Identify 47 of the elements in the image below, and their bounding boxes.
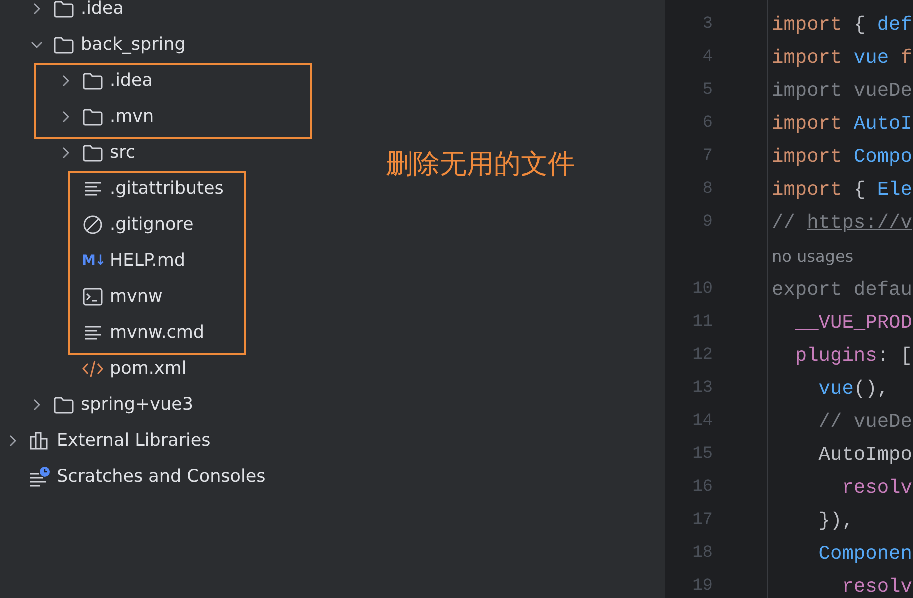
folder-icon: [53, 0, 75, 18]
code-line: Componen: [818, 542, 912, 564]
text-file-icon: [82, 180, 104, 198]
code-line: export defau: [772, 278, 912, 300]
code-line: // vueDe: [818, 410, 912, 432]
code-icon: [82, 359, 104, 379]
code-line: resolv: [841, 476, 912, 498]
code-line: import vue f: [772, 46, 912, 68]
code-line: AutoImpo: [818, 444, 912, 466]
code-line: __VUE_PROD: [794, 312, 912, 334]
usage-hint[interactable]: no usages: [772, 246, 854, 266]
code-line: import vueDe: [772, 80, 912, 102]
folder-name[interactable]: .idea: [110, 71, 154, 91]
code-line: resolv: [841, 576, 912, 598]
folder-icon: [82, 144, 104, 162]
file-name[interactable]: .gitattributes: [110, 179, 224, 199]
file-name[interactable]: Scratches and Consoles: [57, 467, 266, 487]
code-line: import { def: [772, 14, 912, 36]
folder-name[interactable]: spring+vue3: [81, 395, 194, 415]
file-name[interactable]: mvnw: [110, 287, 163, 307]
text-file-icon: [82, 324, 104, 342]
folder-name[interactable]: src: [110, 143, 136, 163]
scratches-icon: [29, 467, 51, 487]
code-line: vue(),: [818, 378, 890, 400]
annotation-text: 删除无用的文件: [386, 148, 575, 182]
folder-icon: [82, 108, 104, 126]
file-name[interactable]: External Libraries: [57, 431, 211, 451]
file-name[interactable]: HELP.md: [110, 251, 186, 271]
folder-name[interactable]: back_spring: [81, 35, 186, 55]
code-line: import Compo: [772, 146, 912, 168]
folder-icon: [82, 72, 104, 90]
terminal-icon: [82, 287, 104, 307]
folder-icon: [53, 396, 75, 414]
file-name[interactable]: .gitignore: [110, 215, 194, 235]
folder-name[interactable]: .mvn: [110, 107, 154, 127]
code-line: import AutoI: [772, 112, 912, 134]
code-line: plugins: [: [794, 344, 912, 366]
code-line: }),: [818, 510, 854, 532]
folder-icon: [53, 36, 75, 54]
code-line: import { Ele: [772, 178, 912, 200]
library-icon: [29, 431, 51, 451]
folder-name[interactable]: .idea: [81, 0, 124, 19]
ignore-file-icon: [82, 215, 104, 235]
file-name[interactable]: mvnw.cmd: [110, 323, 205, 343]
code-line: // https://v: [772, 212, 912, 234]
markdown-icon: M↓: [82, 253, 104, 269]
file-name[interactable]: pom.xml: [110, 359, 187, 379]
